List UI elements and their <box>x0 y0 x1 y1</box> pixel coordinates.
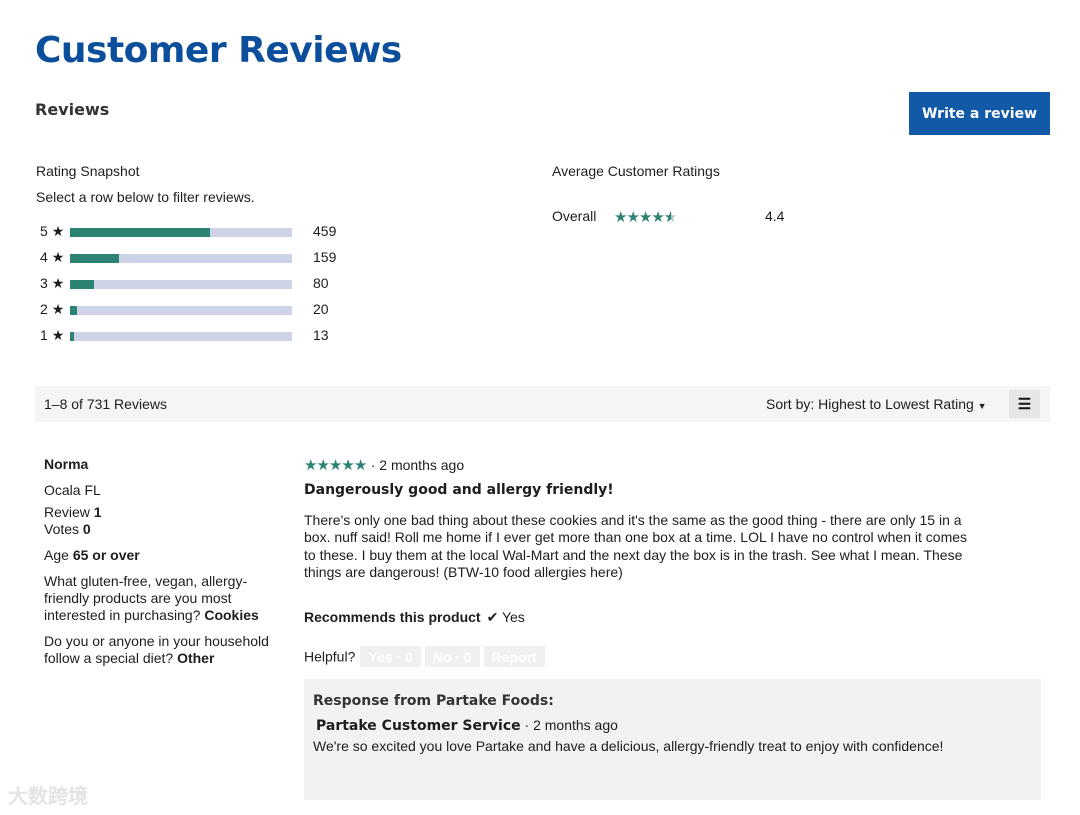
review-title: Dangerously good and allergy friendly! <box>304 482 614 498</box>
reviewer-question-1: What gluten-free, vegan, allergy-friendl… <box>44 573 259 623</box>
reviewer-review-count: Review 1 <box>44 504 102 520</box>
rating-row-2[interactable]: 2 ★ 20 <box>36 300 346 322</box>
helpful-controls: Helpful? Yes · 0 No · 0 Report <box>304 646 545 667</box>
caret-down-icon: ▼ <box>977 401 987 411</box>
sort-dropdown[interactable]: Sort by: Highest to Lowest Rating ▼ <box>766 396 987 412</box>
review-count: 1–8 of 731 Reviews <box>44 396 167 412</box>
reviews-heading: Reviews <box>35 100 110 119</box>
overall-value: 4.4 <box>765 208 785 224</box>
recommends-product: Recommends this product ✔ Yes <box>304 609 525 625</box>
rating-row-label: 2 ★ <box>40 301 65 317</box>
rating-bar-fill <box>70 280 95 289</box>
review-body: There's only one bad thing about these c… <box>304 512 968 581</box>
rating-row-3[interactable]: 3 ★ 80 <box>36 274 346 296</box>
rating-bar-fill <box>70 228 210 237</box>
rating-row-label: 1 ★ <box>40 327 65 343</box>
star-icon: ★ <box>341 457 354 474</box>
watermark-logo: 大数跨境 <box>8 786 88 808</box>
star-icon: ★ <box>626 209 639 226</box>
star-icon: ★ <box>651 209 664 226</box>
rating-row-count: 159 <box>313 249 337 265</box>
star-icon: ★ <box>638 209 652 226</box>
report-button[interactable]: Report <box>483 646 545 667</box>
helpful-no-button[interactable]: No · 0 <box>424 646 480 667</box>
star-icon: ★ <box>328 457 342 474</box>
average-ratings-title: Average Customer Ratings <box>552 163 720 179</box>
rating-bar <box>70 280 292 289</box>
rating-row-4[interactable]: 4 ★ 159 <box>36 248 346 270</box>
sort-value: Highest to Lowest Rating <box>818 396 974 412</box>
rating-bar-fill <box>70 254 119 263</box>
review-header: ★★★★★ · 2 months ago <box>304 456 1044 475</box>
star-icon: ★ <box>51 249 65 265</box>
star-icon: ★ <box>51 327 65 343</box>
star-icon: ★ <box>51 301 65 317</box>
reviewer-profile: Norma Ocala FL Review 1 Votes 0 Age 65 o… <box>44 456 284 667</box>
reviewer-age: Age 65 or over <box>44 547 140 563</box>
response-heading: Response from Partake Foods: <box>313 693 554 709</box>
response-author-line: Partake Customer Service · 2 months ago <box>316 717 618 734</box>
review-card: ★★★★★ · 2 months ago Dangerously good an… <box>304 456 1044 800</box>
rating-row-label: 3 ★ <box>40 275 65 291</box>
rating-bar <box>70 228 292 237</box>
reviewer-question-2: Do you or anyone in your household follo… <box>44 633 269 666</box>
star-icon: ★ <box>304 457 317 474</box>
rating-row-count: 20 <box>313 301 329 317</box>
write-review-button[interactable]: Write a review <box>909 92 1050 135</box>
helpful-label: Helpful? <box>304 648 356 665</box>
rating-bar <box>70 306 292 315</box>
overall-label: Overall <box>552 208 597 224</box>
rating-row-count: 80 <box>313 275 329 291</box>
reviewer-location: Ocala FL <box>44 482 101 498</box>
rating-row-count: 13 <box>313 327 329 343</box>
review-star-rating: ★★★★★ <box>304 457 367 474</box>
rating-row-label: 5 ★ <box>40 223 65 239</box>
rating-row-1[interactable]: 1 ★ 13 <box>36 326 346 348</box>
reviewer-votes: Votes 0 <box>44 521 91 537</box>
rating-snapshot-title: Rating Snapshot <box>36 163 140 179</box>
rating-bar-fill <box>70 332 75 341</box>
partial-star-icon: ★ ★ <box>663 209 677 226</box>
rating-row-5[interactable]: 5 ★ 459 <box>36 222 346 244</box>
star-icon: ★ <box>51 275 65 291</box>
page-title: Customer Reviews <box>35 30 402 71</box>
star-icon: ★ <box>316 457 329 474</box>
brand-response: Response from Partake Foods: Partake Cus… <box>304 679 1041 800</box>
review-time: · 2 months ago <box>370 457 465 473</box>
rating-bar <box>70 332 292 341</box>
rating-bar <box>70 254 292 263</box>
star-icon: ★ <box>614 209 627 226</box>
helpful-yes-button[interactable]: Yes · 0 <box>360 646 421 667</box>
overall-star-rating: ★★★★★ ★ <box>614 208 677 226</box>
reviewer-name: Norma <box>44 456 89 472</box>
rating-bar-fill <box>70 306 77 315</box>
recommends-value: ✔ Yes <box>486 609 525 625</box>
star-icon: ★ <box>51 223 65 239</box>
rating-row-count: 459 <box>313 223 337 239</box>
reviews-toolbar: 1–8 of 731 Reviews Sort by: Highest to L… <box>35 386 1050 422</box>
menu-icon[interactable]: ☰ <box>1009 390 1040 418</box>
response-text: We're so excited you love Partake and ha… <box>313 738 944 754</box>
star-icon: ★ <box>353 457 367 474</box>
rating-snapshot-hint: Select a row below to filter reviews. <box>36 189 255 205</box>
sort-label: Sort by: <box>766 396 819 412</box>
rating-row-label: 4 ★ <box>40 249 65 265</box>
